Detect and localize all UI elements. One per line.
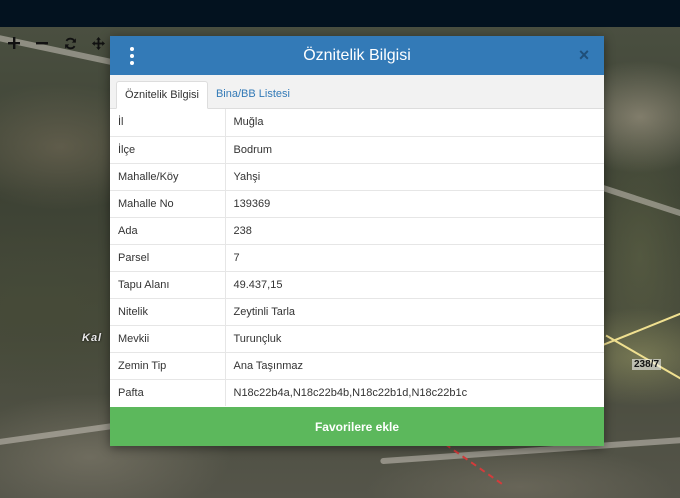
map-parcel-label[interactable]: 238/7 [632, 359, 662, 370]
tab-attribute-info[interactable]: Öznitelik Bilgisi [116, 81, 208, 109]
modal-header: Öznitelik Bilgisi × [110, 36, 604, 75]
attribute-value: Muğla [233, 116, 264, 129]
refresh-icon [64, 37, 76, 49]
attribute-value: 139369 [225, 189, 604, 217]
table-row: İl Muğla [110, 109, 604, 136]
attribute-key: İl [110, 109, 226, 136]
refresh-button[interactable] [56, 32, 84, 54]
attribute-value: Bodrum [225, 135, 604, 163]
parcel-boundary [593, 306, 680, 350]
table-row: Mevkii Turunçluk [110, 324, 604, 352]
attribute-key: Pafta [110, 378, 226, 406]
vertical-dots-icon[interactable] [128, 47, 136, 65]
attribute-value: N18c22b4a,N18c22b4b,N18c22b1d,N18c22b1c [225, 378, 604, 406]
attribute-key: Mevkii [110, 324, 226, 352]
attribute-key: İlçe [110, 135, 226, 163]
tab-building-list[interactable]: Bina/BB Listesi [208, 80, 298, 108]
map-place-label: Kal [82, 332, 103, 344]
close-icon[interactable]: × [576, 46, 592, 64]
table-row: Tapu Alanı 49.437,15 [110, 270, 604, 298]
attribute-table: İl Muğla İlçe Bodrum Mahalle/Köy Yahşi M… [110, 109, 604, 406]
table-row: İlçe Bodrum [110, 135, 604, 163]
map-toolbar [0, 32, 112, 54]
attribute-value: Zeytinli Tarla [225, 297, 604, 325]
attribute-key: Tapu Alanı [110, 270, 226, 298]
attribute-value: 49.437,15 [225, 270, 604, 298]
attribute-key: Mahalle/Köy [110, 162, 226, 190]
attribute-key: Parsel [110, 243, 226, 271]
attribute-key: Mahalle No [110, 189, 226, 217]
table-row: Ada 238 [110, 216, 604, 244]
pan-button[interactable] [84, 32, 112, 54]
attribute-value: 238 [225, 216, 604, 244]
table-row: Pafta N18c22b4a,N18c22b4b,N18c22b1d,N18c… [110, 378, 604, 406]
attribute-value: Turunçluk [225, 324, 604, 352]
zoom-out-button[interactable] [28, 32, 56, 54]
modal-title: Öznitelik Bilgisi [303, 46, 411, 64]
attribute-value: 7 [225, 243, 604, 271]
top-bar [0, 0, 680, 27]
attribute-key: Zemin Tip [110, 351, 226, 379]
zoom-in-button[interactable] [0, 32, 28, 54]
table-row: Parsel 7 [110, 243, 604, 271]
table-row: Mahalle/Köy Yahşi [110, 162, 604, 190]
add-to-favorites-button[interactable]: Favorilere ekle [110, 407, 604, 446]
parcel-boundary [605, 334, 680, 382]
plus-icon [8, 37, 20, 49]
table-row: Mahalle No 139369 [110, 189, 604, 217]
attribute-value: Yahşi [225, 162, 604, 190]
move-icon [91, 36, 105, 50]
attribute-info-modal: Öznitelik Bilgisi × Öznitelik Bilgisi Bi… [110, 36, 604, 446]
minus-icon [36, 42, 48, 45]
attribute-key: Ada [110, 216, 226, 244]
attribute-value: Ana Taşınmaz [225, 351, 604, 379]
table-row: Nitelik Zeytinli Tarla [110, 297, 604, 325]
table-row: Zemin Tip Ana Taşınmaz [110, 351, 604, 379]
modal-tabs: Öznitelik Bilgisi Bina/BB Listesi [110, 75, 604, 109]
attribute-key: Nitelik [110, 297, 226, 325]
